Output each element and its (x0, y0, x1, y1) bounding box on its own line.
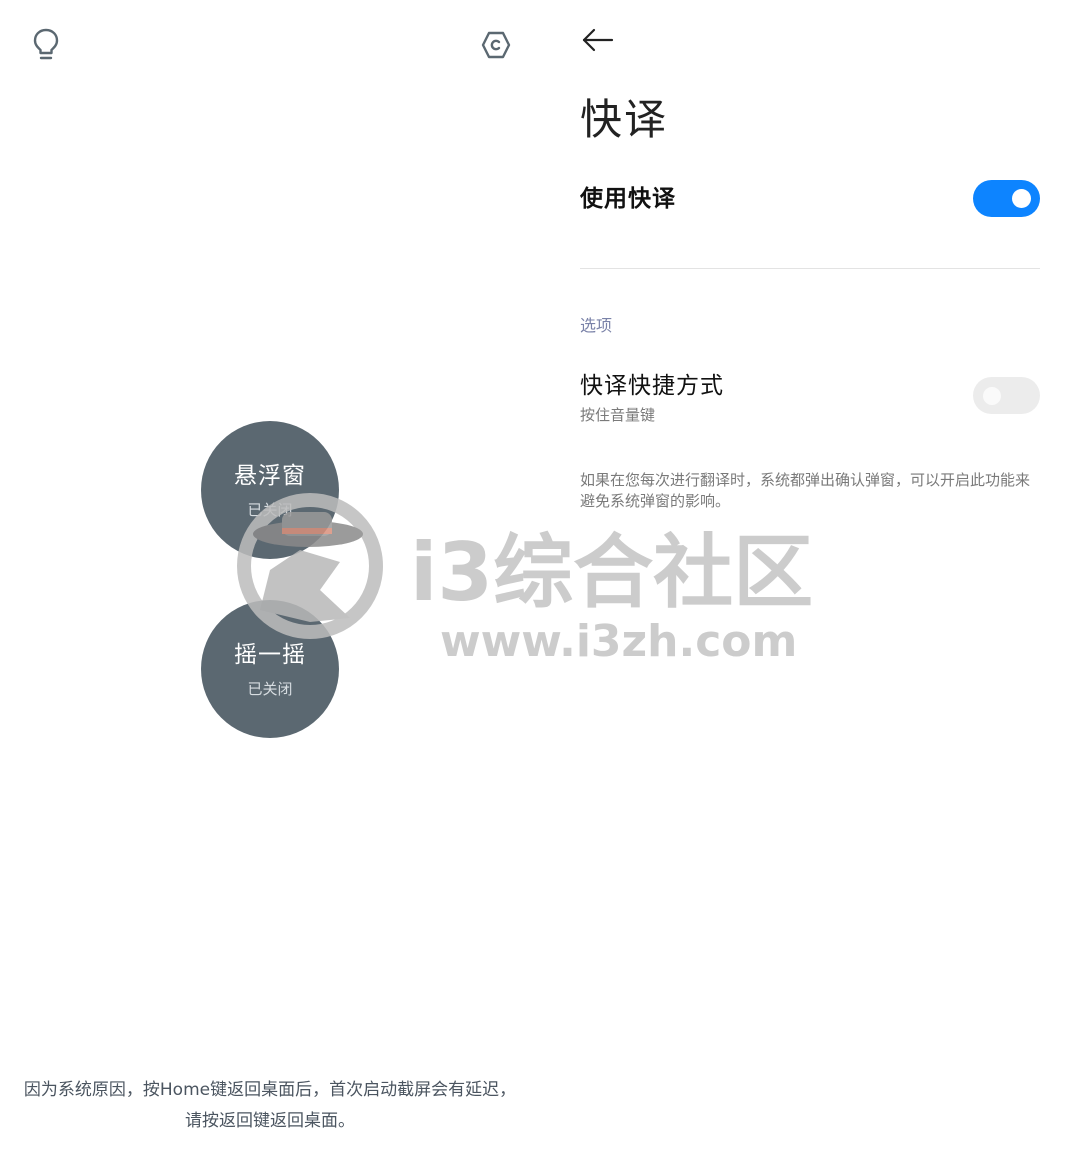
floating-tools-panel: 悬浮窗 已关闭 摇一摇 已关闭 因为系统原因，按Home键返回桌面后，首次启动截… (0, 0, 540, 1160)
shake-button[interactable]: 摇一摇 已关闭 (201, 600, 339, 738)
page-title: 快译 (580, 95, 669, 144)
shortcut-label: 快译快捷方式 (580, 373, 724, 399)
use-quick-translate-label: 使用快译 (580, 186, 676, 212)
floating-window-status: 已关闭 (247, 500, 293, 519)
settings-hexagon-icon[interactable] (476, 25, 516, 65)
divider (580, 268, 1040, 269)
floating-window-button[interactable]: 悬浮窗 已关闭 (201, 421, 339, 559)
use-quick-translate-row[interactable]: 使用快译 (580, 178, 1040, 220)
shortcut-toggle[interactable] (973, 377, 1040, 414)
toggle-knob (1012, 189, 1031, 208)
shortcut-sublabel: 按住音量键 (580, 406, 656, 424)
floating-window-title: 悬浮窗 (234, 462, 306, 489)
shortcut-description: 如果在您每次进行翻译时，系统都弹出确认弹窗，可以开启此功能来避免系统弹窗的影响。 (580, 471, 1031, 510)
shortcut-row[interactable]: 快译快捷方式 按住音量键 (580, 370, 1040, 430)
shake-status: 已关闭 (247, 679, 293, 698)
shake-title: 摇一摇 (234, 641, 306, 668)
quick-translate-settings: 快译 使用快译 选项 快译快捷方式 按住音量键 如果在您每次进行翻译时，系统都弹… (540, 0, 1080, 1160)
lightbulb-icon[interactable] (26, 25, 66, 65)
use-quick-translate-toggle[interactable] (973, 180, 1040, 217)
toggle-knob (983, 387, 1001, 405)
back-arrow-icon[interactable] (580, 22, 616, 58)
options-section-label: 选项 (580, 316, 613, 335)
screenshot-delay-note: 因为系统原因，按Home键返回桌面后，首次启动截屏会有延迟，请按返回键返回桌面。 (23, 1080, 517, 1131)
